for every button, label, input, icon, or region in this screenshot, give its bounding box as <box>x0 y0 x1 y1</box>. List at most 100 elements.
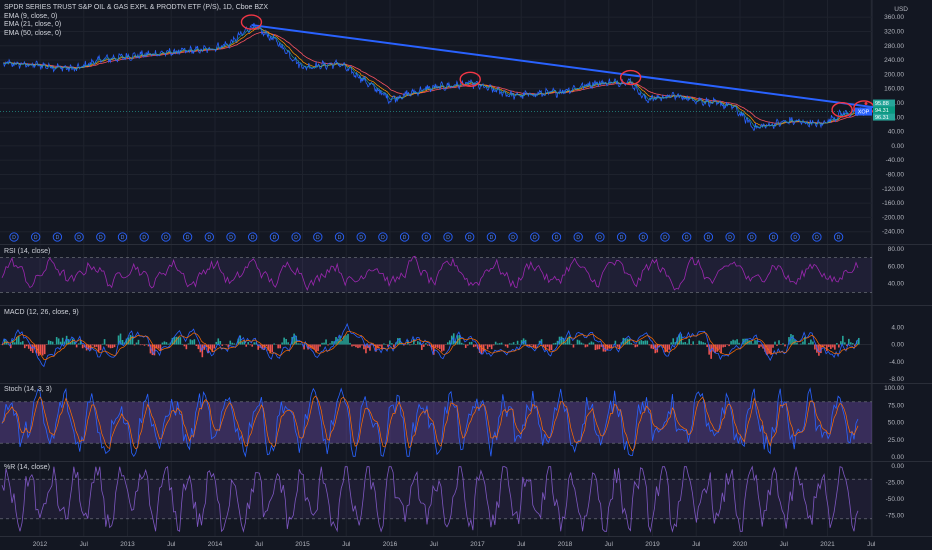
macd-histogram-bar <box>213 344 216 349</box>
macd-histogram-bar <box>778 340 780 345</box>
macd-histogram-bar <box>121 340 124 345</box>
macd-histogram-bar <box>596 344 599 350</box>
macd-histogram-bar <box>434 344 437 348</box>
macd-histogram-bar <box>183 344 186 347</box>
macd-histogram-bar <box>470 341 473 345</box>
macd-histogram-bar <box>852 343 854 345</box>
macd-histogram-bar <box>738 342 740 345</box>
macd-histogram-bar <box>55 337 58 345</box>
macd-histogram-bar <box>824 344 826 346</box>
macd-histogram-bar <box>59 341 62 345</box>
macd-histogram-bar <box>233 343 236 345</box>
macd-histogram-bar <box>425 343 427 345</box>
legend-ema-50: EMA (50, close, 0) <box>4 29 62 37</box>
dividend-marker-label: D <box>707 235 711 241</box>
macd-histogram-bar <box>616 344 619 347</box>
dividend-marker-label: D <box>99 235 103 241</box>
x-tick-label: Jul <box>692 541 701 548</box>
macd-histogram-bar <box>436 344 439 348</box>
y-tick-label: 0.00 <box>891 143 904 150</box>
dividend-marker-label: D <box>815 235 819 241</box>
macd-histogram-bar <box>634 344 637 348</box>
x-tick-label: Jul <box>867 541 876 548</box>
macd-histogram-bar <box>732 339 734 345</box>
macd-histogram-bar <box>690 344 692 346</box>
macd-histogram-bar <box>103 339 106 345</box>
macd-histogram-bar <box>682 342 685 345</box>
legend-ema-9: EMA (9, close, 0) <box>4 12 58 20</box>
macd-histogram-bar <box>672 338 675 345</box>
macd-histogram-bar <box>442 344 445 351</box>
x-tick-label: 2019 <box>645 541 660 548</box>
dividend-marker-label: D <box>273 235 277 241</box>
dividend-marker-label: D <box>359 235 363 241</box>
macd-histogram-bar <box>510 343 513 345</box>
macd-histogram-bar <box>49 341 52 345</box>
dividend-marker-label: D <box>620 235 624 241</box>
dividend-marker-label: D <box>316 235 320 241</box>
macd-histogram-bar <box>271 344 273 353</box>
macd-histogram-bar <box>572 344 575 348</box>
x-tick-label: 2021 <box>820 541 835 548</box>
macd-histogram-bar <box>379 344 381 347</box>
dividend-marker-label: D <box>338 235 342 241</box>
macd-histogram-bar <box>11 339 14 345</box>
macd-histogram-bar <box>724 344 726 347</box>
macd-histogram-bar <box>415 344 417 346</box>
macd-histogram-bar <box>796 342 798 345</box>
chart-canvas[interactable]: 2012 Jul 2013 Jul 2014 Jul 2015 Jul 2016 Jul 2017 J… <box>0 0 932 550</box>
macd-histogram-bar <box>411 343 413 345</box>
macd-histogram-bar <box>610 344 613 348</box>
macd-histogram-bar <box>766 344 768 355</box>
macd-histogram-bar <box>466 344 469 346</box>
macd-histogram-bar <box>281 342 283 345</box>
macd-histogram-bar <box>504 344 507 347</box>
macd-histogram-bar <box>219 340 222 345</box>
macd-histogram-bar <box>331 341 333 345</box>
y-tick-label: -40.00 <box>886 157 905 164</box>
dividend-marker-label: D <box>533 235 537 241</box>
y-tick-label: -25.00 <box>886 480 905 487</box>
macd-histogram-bar <box>195 344 198 346</box>
macd-histogram-bar <box>834 344 836 350</box>
rsi-label: RSI (14, close) <box>4 248 51 255</box>
macd-histogram-bar <box>137 339 140 345</box>
y-tick-label: 0.00 <box>891 454 904 461</box>
macd-histogram-bar <box>221 344 224 346</box>
macd-histogram-bar <box>842 335 844 345</box>
macd-histogram-bar <box>578 340 581 345</box>
dividend-marker-label: D <box>750 235 754 241</box>
macd-histogram-bar <box>462 343 465 345</box>
macd-histogram-bar <box>165 342 168 345</box>
macd-histogram-bar <box>215 341 218 345</box>
dividend-marker-label: D <box>641 235 645 241</box>
macd-histogram-bar <box>648 344 651 346</box>
y-tick-label: 25.00 <box>888 437 905 444</box>
macd-histogram-bar <box>440 344 443 352</box>
dividend-marker-label: D <box>424 235 428 241</box>
macd-histogram-bar <box>800 343 802 345</box>
y-tick-label: 320.00 <box>884 28 904 35</box>
y-tick-label: 40.00 <box>888 281 905 288</box>
y-tick-label: 40.00 <box>888 129 905 136</box>
dividend-marker-label: D <box>468 235 472 241</box>
macd-histogram-bar <box>472 344 475 348</box>
macd-histogram-bar <box>383 343 385 345</box>
price-tag: 96.31 <box>875 115 889 121</box>
macd-histogram-bar <box>41 344 44 356</box>
x-tick-label: 2012 <box>33 541 48 548</box>
macd-histogram-bar <box>586 344 589 347</box>
macd-histogram-bar <box>297 343 299 345</box>
macd-histogram-bar <box>47 340 50 345</box>
macd-histogram-bar <box>101 343 104 345</box>
stoch-label: Stoch (14, 3, 3) <box>4 386 52 393</box>
macd-histogram-bar <box>494 341 497 345</box>
macd-histogram-bar <box>163 341 166 345</box>
macd-histogram-bar <box>850 342 852 345</box>
macd-histogram-bar <box>43 344 46 355</box>
dividend-marker-label: D <box>251 235 255 241</box>
macd-histogram-bar <box>329 343 331 345</box>
macd-histogram-bar <box>812 341 814 345</box>
dividend-marker-label: D <box>511 235 515 241</box>
macd-histogram-bar <box>317 344 319 352</box>
